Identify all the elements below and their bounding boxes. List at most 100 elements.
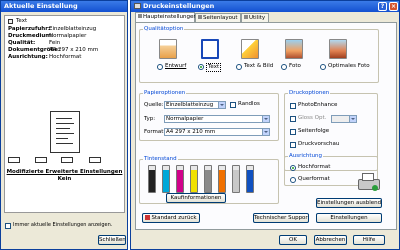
- settings-value: Einzelblatteinzug: [49, 26, 97, 32]
- close-window-button[interactable]: ×: [389, 2, 398, 11]
- photoenhance-checkbox[interactable]: [290, 103, 296, 109]
- ink-level-fill: [233, 169, 239, 192]
- source-label: Quelle:: [144, 102, 164, 108]
- type-value: Normalpapier: [166, 116, 204, 122]
- ink-cartridge: [190, 165, 198, 193]
- text-radio[interactable]: [198, 64, 204, 70]
- ink-level-fill: [149, 169, 155, 192]
- ink-level-fill: [163, 169, 169, 192]
- page-layout-icon: [8, 157, 20, 163]
- photo-radio[interactable]: [281, 64, 287, 70]
- hide-settings-button[interactable]: Einstellungen ausblenden: [316, 198, 382, 208]
- settings-button[interactable]: Einstellungen: [316, 213, 382, 223]
- best-photo-radio[interactable]: [320, 64, 326, 70]
- settings-value: Normalpapier: [49, 33, 87, 39]
- text-image-icon[interactable]: [241, 39, 259, 59]
- ink-cartridge: [246, 165, 254, 193]
- draft-label: Entwurf: [165, 63, 187, 69]
- settings-row: Papierzufuhr:: [8, 26, 51, 32]
- landscape-radio[interactable]: [290, 177, 296, 183]
- ink-level-fill: [247, 169, 253, 192]
- source-value: Einzelblatteinzug: [166, 102, 214, 108]
- main-settings-icon: [138, 14, 142, 18]
- paper-options-label: Papieroptionen: [143, 90, 187, 97]
- type-select[interactable]: Normalpapier: [164, 115, 270, 123]
- tab-label: Seitenlayout: [203, 15, 238, 21]
- tab-main-settings[interactable]: Haupteinstellungen: [135, 12, 197, 22]
- help-title-button[interactable]: ?: [378, 2, 387, 11]
- printer-illustration-icon: [356, 173, 382, 193]
- best-photo-icon[interactable]: [329, 39, 347, 59]
- text-quality-icon[interactable]: [201, 39, 219, 59]
- text-label: Text: [16, 18, 28, 24]
- source-select[interactable]: Einzelblatteinzug: [164, 101, 226, 109]
- help-button[interactable]: Hilfe: [353, 235, 385, 245]
- print-settings-window: Druckeinstellungen ? × Haupteinstellunge…: [130, 0, 400, 250]
- text-icon: [8, 19, 13, 24]
- duplex-icon: [89, 157, 101, 163]
- portrait-radio[interactable]: [290, 165, 296, 171]
- always-show-label: Immer aktuelle Einstellungen anzeigen.: [13, 222, 113, 228]
- print-settings-title: Druckeinstellungen: [143, 2, 215, 10]
- tab-label: Haupteinstellungen: [143, 14, 197, 20]
- always-show-checkbox[interactable]: [5, 223, 11, 229]
- ok-button[interactable]: OK: [279, 235, 307, 245]
- settings-row: Qualität:: [8, 40, 36, 46]
- photo-icon[interactable]: [285, 39, 303, 59]
- page-order-checkbox[interactable]: [290, 129, 296, 135]
- print-options-label: Druckoptionen: [288, 90, 331, 97]
- text-image-radio[interactable]: [236, 64, 242, 70]
- photo-label: Foto: [289, 63, 301, 69]
- tab-page-layout[interactable]: Seitenlayout: [195, 13, 241, 22]
- page-order-label: Seitenfolge: [298, 128, 330, 134]
- gloss-label: Gloss Opt.: [298, 115, 327, 121]
- print-preview-checkbox[interactable]: [290, 142, 296, 148]
- ink-cartridge: [204, 165, 212, 193]
- ink-levels-group: Tintenstand Kaufinformationen: [139, 156, 279, 204]
- photoenhance-label: PhotoEnhance: [298, 102, 338, 108]
- type-label: Typ:: [144, 116, 156, 122]
- default-button-label: Standard zurück: [151, 215, 197, 221]
- cancel-button[interactable]: Abbrechen: [314, 235, 347, 245]
- tab-label: Utility: [249, 15, 266, 21]
- borderless-checkbox[interactable]: [230, 102, 236, 108]
- current-settings-window: Aktuelle Einstellung Text Papierzufuhr: …: [0, 0, 128, 250]
- printer-icon: [134, 3, 141, 9]
- copies-icon: [61, 157, 73, 163]
- ink-level-fill: [205, 169, 211, 192]
- settings-value: Hochformat: [49, 54, 82, 60]
- modified-settings-value: Kein: [57, 176, 72, 182]
- purchase-info-button[interactable]: Kaufinformationen: [166, 193, 226, 203]
- text-image-label: Text & Bild: [244, 63, 274, 69]
- ink-cartridge: [176, 165, 184, 193]
- portrait-label: Hochformat: [298, 164, 331, 170]
- best-photo-label: Optimales Foto: [328, 63, 370, 69]
- chevron-down-icon: [349, 116, 356, 122]
- technical-support-button[interactable]: Technischer Support: [253, 213, 309, 223]
- gloss-select[interactable]: [331, 115, 357, 123]
- ink-cartridge: [148, 165, 156, 193]
- format-select[interactable]: A4 297 x 210 mm: [164, 128, 270, 136]
- settings-value: A4 297 x 210 mm: [49, 47, 99, 53]
- settings-row: Druckmedium:: [8, 33, 54, 39]
- close-button[interactable]: Schließen: [98, 235, 126, 245]
- current-settings-title: Aktuelle Einstellung: [4, 2, 78, 10]
- text-radio-label: Text: [206, 63, 222, 72]
- print-preview-label: Druckvorschau: [298, 141, 340, 147]
- settings-row: Ausrichtung:: [8, 54, 48, 60]
- format-value: A4 297 x 210 mm: [166, 129, 216, 135]
- current-settings-panel: Text Papierzufuhr: Einzelblatteinzug Dru…: [4, 15, 125, 213]
- tab-utility[interactable]: Utility: [241, 13, 269, 22]
- chevron-down-icon: [262, 116, 269, 122]
- draft-icon[interactable]: [159, 39, 177, 59]
- ink-cartridge: [232, 165, 240, 193]
- draft-radio[interactable]: [157, 64, 163, 70]
- collate-icon: [35, 157, 47, 163]
- modified-settings-heading: Modifizierte Erweiterte Einstellungen: [6, 169, 123, 175]
- default-button[interactable]: Standard zurück: [142, 213, 200, 223]
- format-label: Format:: [144, 129, 166, 135]
- gloss-checkbox[interactable]: [290, 116, 296, 122]
- utility-tab-icon: [244, 15, 248, 19]
- chevron-down-icon: [218, 102, 225, 108]
- ink-level-fill: [219, 169, 225, 192]
